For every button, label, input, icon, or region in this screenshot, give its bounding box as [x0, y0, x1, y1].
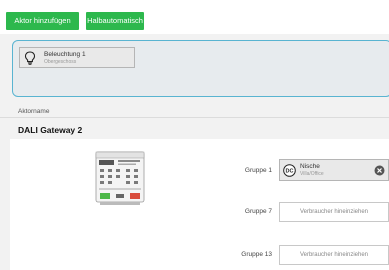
group-1-slot[interactable]: DC Nische Villa/Office	[279, 159, 389, 181]
svg-text:DC: DC	[286, 169, 294, 175]
column-header-row: Aktorname	[0, 104, 389, 118]
assigned-load-item[interactable]: Beleuchtung 1 Obergeschoss	[19, 47, 135, 68]
gateway-title: DALI Gateway 2	[18, 125, 83, 135]
group-1-load-title: Nische	[300, 163, 320, 170]
group-1-load-subtitle: Villa/Office	[300, 171, 324, 177]
column-header-actuator-name[interactable]: Aktorname	[18, 108, 49, 115]
header-divider	[0, 117, 389, 118]
assigned-item-title: Beleuchtung 1	[44, 51, 86, 58]
toolbar: Aktor hinzufügen Halbautomatisch	[0, 0, 389, 34]
group-13-drop-slot[interactable]: Verbraucher hineinziehen	[279, 245, 389, 265]
group-13-label: Gruppe 13	[241, 251, 272, 258]
app-root: Aktor hinzufügen Halbautomatisch Beleuch…	[0, 0, 389, 270]
dali-gateway-device-image	[95, 151, 145, 205]
assigned-item-subtitle: Obergeschoss	[44, 59, 77, 65]
group-1-label: Gruppe 1	[244, 167, 272, 174]
remove-icon[interactable]	[374, 165, 385, 176]
add-actuator-button[interactable]: Aktor hinzufügen	[6, 12, 79, 30]
dc-icon: DC	[283, 164, 296, 177]
group-7-label: Gruppe 7	[244, 208, 272, 215]
lightbulb-icon	[24, 51, 36, 65]
semi-automatic-button[interactable]: Halbautomatisch	[86, 12, 144, 30]
group-7-drop-slot[interactable]: Verbraucher hineinziehen	[279, 202, 389, 222]
